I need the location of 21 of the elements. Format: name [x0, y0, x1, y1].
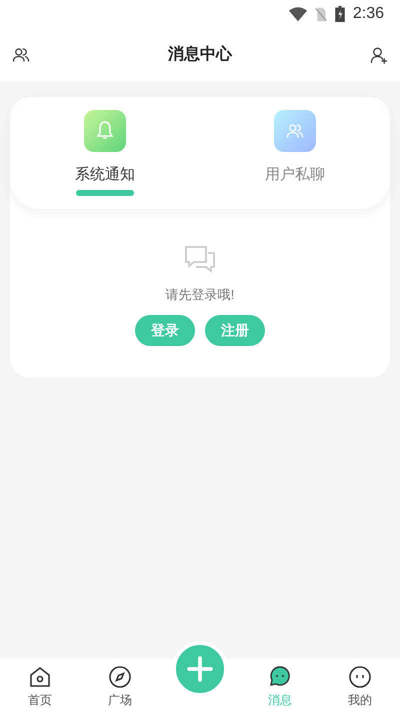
- status-time: 2:36: [352, 4, 384, 24]
- users-icon[interactable]: [12, 46, 30, 64]
- chat-bubble-icon: [268, 665, 292, 689]
- plus-icon: [187, 656, 213, 682]
- nav-tab[interactable]: 首页: [0, 658, 80, 711]
- users-icon: [274, 110, 316, 152]
- page-title: 消息中心: [168, 44, 232, 65]
- compass-icon: [108, 665, 132, 689]
- category-tab[interactable]: 用户私聊: [200, 97, 390, 209]
- category-tab[interactable]: 系统通知: [10, 97, 200, 209]
- battery-icon: [334, 6, 345, 22]
- add-user-icon[interactable]: [370, 46, 388, 64]
- bell-icon: [84, 110, 126, 152]
- nav-tab[interactable]: 广场: [80, 658, 160, 711]
- login-prompt: 请先登录哦!: [166, 286, 234, 304]
- chat-bubbles-icon: [184, 245, 216, 273]
- nav-tab[interactable]: 我的: [320, 658, 400, 711]
- home-icon: [28, 665, 52, 689]
- face-icon: [348, 665, 372, 689]
- no-sim-icon: [314, 6, 327, 22]
- wifi-icon: [288, 6, 307, 22]
